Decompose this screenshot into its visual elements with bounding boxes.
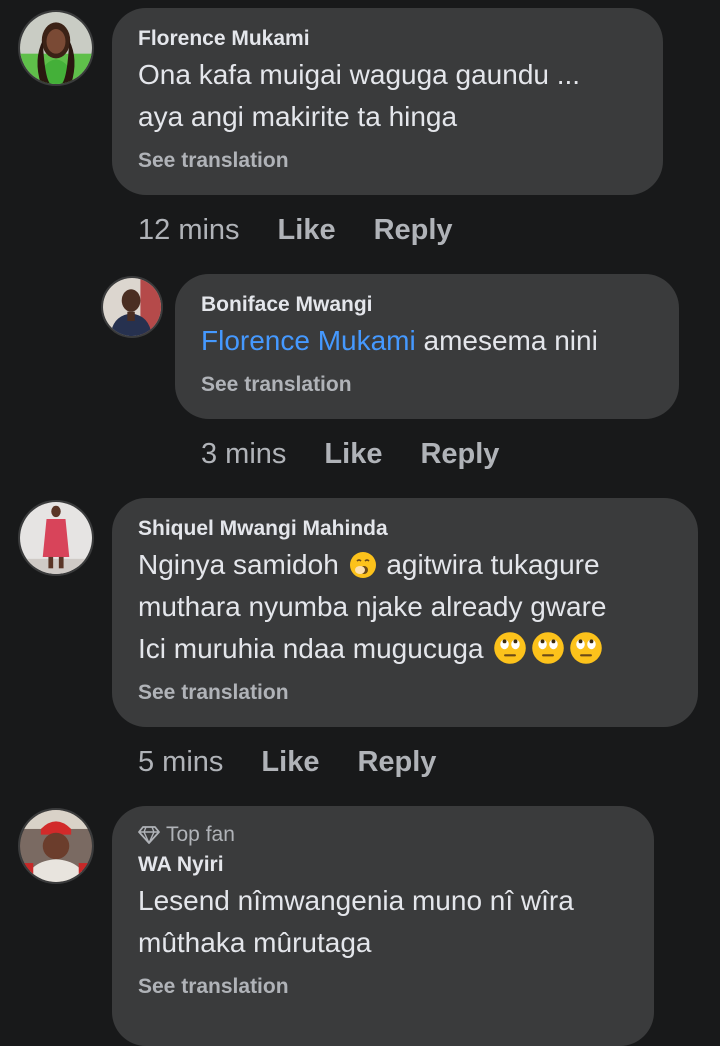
comment-actions: 12 mins Like Reply bbox=[138, 210, 491, 250]
comment-text: Ona kafa muigai waguga gaundu ... aya an… bbox=[138, 54, 637, 138]
comment-text-line: Florence Mukami amesema nini bbox=[201, 320, 653, 362]
eye-roll-emoji bbox=[569, 631, 603, 665]
comment-author[interactable]: Boniface Mwangi bbox=[201, 292, 653, 318]
avatar[interactable] bbox=[18, 10, 94, 86]
top-fan-label: Top fan bbox=[166, 823, 235, 846]
eye-roll-emoji bbox=[531, 631, 565, 665]
comment-text-line: muthara nyumba njake already gware bbox=[138, 591, 607, 622]
comment-text-span: agitwira tukagure bbox=[386, 549, 600, 580]
comment-text-line: Lesend nîmwangenia muno nî wîra bbox=[138, 885, 574, 916]
shiquel-avatar-image bbox=[20, 502, 92, 574]
comment-text-line: aya angi makirite ta hinga bbox=[138, 101, 458, 132]
see-translation-link[interactable]: See translation bbox=[138, 148, 637, 174]
comment-text-line: Nginya samidoh agitwira tukagure bbox=[138, 544, 672, 586]
comment-bubble: Shiquel Mwangi Mahinda Nginya samidoh ag… bbox=[112, 498, 698, 727]
like-button[interactable]: Like bbox=[278, 214, 336, 247]
comment-author[interactable]: WA Nyiri bbox=[138, 852, 628, 878]
mention-link[interactable]: Florence Mukami bbox=[201, 325, 416, 356]
avatar[interactable] bbox=[18, 808, 94, 884]
florence-avatar-image bbox=[20, 12, 92, 84]
comment-text: Nginya samidoh agitwira tukagure muthara… bbox=[138, 544, 672, 670]
comment-actions: 3 mins Like Reply bbox=[201, 434, 537, 474]
comment-author[interactable]: Florence Mukami bbox=[138, 26, 637, 52]
comment-text-span: amesema nini bbox=[415, 325, 598, 356]
see-translation-link[interactable]: See translation bbox=[201, 372, 653, 398]
comment-text-line: mûthaka mûrutaga bbox=[138, 927, 372, 958]
comment-text-span: Ici muruhia ndaa mugucuga bbox=[138, 633, 484, 664]
comment-bubble: Florence Mukami Ona kafa muigai waguga g… bbox=[112, 8, 663, 195]
diamond-icon bbox=[138, 825, 160, 845]
comment-text: Lesend nîmwangenia muno nî wîra mûthaka … bbox=[138, 880, 628, 964]
wa-nyiri-avatar-image bbox=[20, 810, 92, 882]
comment-bubble: Top fan WA Nyiri Lesend nîmwangenia muno… bbox=[112, 806, 654, 1046]
boniface-avatar-image bbox=[103, 278, 161, 336]
reply-button[interactable]: Reply bbox=[357, 746, 436, 779]
comment-text: Florence Mukami amesema nini bbox=[201, 320, 653, 362]
comment-text-span: Nginya samidoh bbox=[138, 549, 339, 580]
eye-roll-emoji bbox=[493, 631, 527, 665]
see-translation-link[interactable]: See translation bbox=[138, 680, 672, 706]
comment-bubble: Boniface Mwangi Florence Mukami amesema … bbox=[175, 274, 679, 419]
comment-text-line: Ona kafa muigai waguga gaundu ... bbox=[138, 59, 581, 90]
avatar[interactable] bbox=[18, 500, 94, 576]
yawning-face-emoji bbox=[349, 551, 377, 579]
comment-timestamp: 3 mins bbox=[201, 437, 287, 470]
like-button[interactable]: Like bbox=[324, 438, 382, 471]
avatar[interactable] bbox=[101, 276, 163, 338]
comment-author[interactable]: Shiquel Mwangi Mahinda bbox=[138, 516, 672, 542]
like-button[interactable]: Like bbox=[261, 746, 319, 779]
reply-button[interactable]: Reply bbox=[374, 214, 453, 247]
reply-button[interactable]: Reply bbox=[420, 438, 499, 471]
comment-timestamp: 12 mins bbox=[138, 213, 240, 246]
comment-actions: 5 mins Like Reply bbox=[138, 742, 474, 782]
comment-timestamp: 5 mins bbox=[138, 745, 224, 778]
see-translation-link[interactable]: See translation bbox=[138, 974, 628, 1000]
top-fan-badge: Top fan bbox=[138, 822, 628, 848]
comment-text-line: Ici muruhia ndaa mugucuga bbox=[138, 628, 672, 670]
